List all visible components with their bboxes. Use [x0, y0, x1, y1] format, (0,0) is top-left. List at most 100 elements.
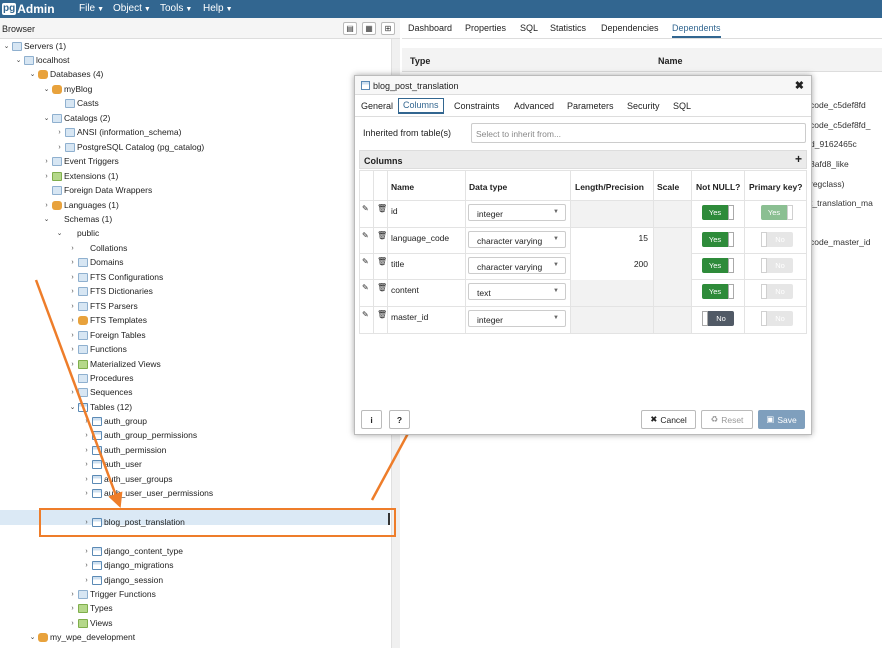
dialog-tab-constraints[interactable]: Constraints [454, 101, 500, 111]
tree-node[interactable]: Foreign Data Wrappers [42, 183, 152, 197]
edit-icon[interactable]: ✎ [362, 231, 369, 240]
chevron-down-icon[interactable]: ⌄ [42, 85, 51, 93]
chevron-right-icon[interactable]: › [55, 129, 64, 136]
chevron-down-icon[interactable]: ⌄ [2, 42, 11, 50]
tree-node[interactable]: › FTS Dictionaries [68, 284, 153, 298]
scale-cell[interactable] [654, 228, 691, 254]
chevron-down-icon[interactable]: ⌄ [68, 403, 77, 411]
primary-key-toggle[interactable]: No [761, 258, 793, 273]
edit-icon[interactable]: ✎ [362, 204, 369, 213]
chevron-right-icon[interactable]: › [68, 303, 77, 310]
chevron-right-icon[interactable]: › [68, 361, 77, 368]
tree-node[interactable]: › auth_permission [82, 443, 166, 457]
column-name[interactable]: language_code [391, 233, 449, 243]
primary-key-toggle[interactable]: Yes [761, 205, 793, 220]
tree-node[interactable]: › FTS Parsers [68, 299, 137, 313]
primary-key-toggle[interactable]: No [761, 232, 793, 247]
chevron-right-icon[interactable]: › [68, 274, 77, 281]
chevron-right-icon[interactable]: › [82, 418, 91, 425]
dialog-tab-sql[interactable]: SQL [673, 101, 691, 111]
chevron-right-icon[interactable]: › [68, 259, 77, 266]
tree-node[interactable]: ⌄ Servers (1) [2, 39, 66, 53]
tab-properties[interactable]: Properties [465, 23, 506, 33]
chevron-right-icon[interactable]: › [68, 332, 77, 339]
chevron-right-icon[interactable]: › [42, 202, 51, 209]
chevron-right-icon[interactable]: › [82, 490, 91, 497]
tree-node[interactable]: ⌄ myBlog [42, 82, 93, 96]
trash-icon[interactable]: 🗑 [377, 204, 387, 213]
trash-icon[interactable]: 🗑 [377, 231, 387, 240]
chevron-right-icon[interactable]: › [68, 389, 77, 396]
edit-icon[interactable]: ✎ [362, 257, 369, 266]
dialog-tab-security[interactable]: Security [627, 101, 660, 111]
cancel-button[interactable]: ✖ Cancel [641, 410, 696, 429]
pgadmin-logo[interactable]: pg Admin [2, 2, 55, 16]
info-button[interactable]: i [361, 410, 382, 429]
help-button[interactable]: ? [389, 410, 410, 429]
save-button[interactable]: ▣ Save [758, 410, 805, 429]
column-name[interactable]: title [391, 259, 404, 269]
dialog-tab-advanced[interactable]: Advanced [514, 101, 554, 111]
trash-icon[interactable]: 🗑 [377, 257, 387, 266]
tree-node[interactable]: ⌄ Schemas (1) [42, 212, 113, 226]
chevron-down-icon[interactable]: ⌄ [14, 56, 23, 64]
tree-node[interactable]: › Domains [68, 255, 123, 269]
reset-button[interactable]: ♻ Reset [701, 410, 753, 429]
scale-cell[interactable] [654, 201, 691, 227]
tab-dashboard[interactable]: Dashboard [408, 23, 452, 33]
tab-dependencies[interactable]: Dependencies [601, 23, 659, 33]
data-type-select[interactable]: integer ▼ [468, 204, 566, 221]
tree-node[interactable]: › Collations [68, 241, 127, 255]
menu-help[interactable]: Help ▼ [203, 3, 233, 14]
dialog-tab-general[interactable]: General [361, 101, 393, 111]
dialog-tab-parameters[interactable]: Parameters [567, 101, 614, 111]
chevron-right-icon[interactable]: › [82, 562, 91, 569]
tree-node[interactable]: ⌄ my_wpe_development [28, 630, 136, 644]
length-cell[interactable] [571, 280, 653, 306]
column-name[interactable]: id [391, 206, 398, 216]
tab-sql[interactable]: SQL [520, 23, 538, 33]
tree-node[interactable]: › FTS Configurations [68, 270, 163, 284]
menu-tools[interactable]: Tools ▼ [160, 3, 192, 14]
add-column-icon[interactable]: + [795, 152, 802, 166]
tree-node[interactable]: › Trigger Functions [68, 587, 156, 601]
tree-node[interactable]: › Sequences [68, 385, 132, 399]
column-name[interactable]: content [391, 285, 419, 295]
chevron-right-icon[interactable]: › [82, 577, 91, 584]
tree-node[interactable]: › Materialized Views [68, 357, 160, 371]
tree-node[interactable]: Casts [55, 96, 99, 110]
chevron-right-icon[interactable]: › [68, 288, 77, 295]
dialog-titlebar[interactable]: blog_post_translation ✖ [355, 76, 811, 95]
chevron-right-icon[interactable]: › [68, 245, 77, 252]
tree-node[interactable]: › django_migrations [82, 558, 173, 572]
scale-cell[interactable] [654, 280, 691, 306]
edit-icon[interactable]: ✎ [362, 310, 369, 319]
tree-node[interactable]: › auth_user [82, 457, 141, 471]
chevron-down-icon[interactable]: ⌄ [28, 70, 37, 78]
tree-node[interactable]: › ANSI (information_schema) [55, 125, 181, 139]
chevron-right-icon[interactable]: › [82, 461, 91, 468]
inherit-select[interactable]: Select to inherit from... [471, 123, 806, 143]
filter-rows-icon[interactable]: ⊞ [381, 22, 395, 35]
tree-node[interactable]: › Extensions (1) [42, 169, 118, 183]
data-type-select[interactable]: character varying ▼ [468, 231, 566, 248]
tab-statistics[interactable]: Statistics [550, 23, 586, 33]
close-icon[interactable]: ✖ [795, 79, 804, 92]
dialog-tab-columns[interactable]: Columns [398, 98, 444, 114]
tree-node[interactable]: ⌄ public [55, 226, 100, 240]
scale-cell[interactable] [654, 307, 691, 333]
tab-dependents[interactable]: Dependents [672, 23, 721, 38]
tree-node[interactable]: › auth_group_permissions [82, 428, 197, 442]
tree-node[interactable]: › auth_user_user_permissions [82, 486, 213, 500]
chevron-right-icon[interactable]: › [82, 548, 91, 555]
data-type-select[interactable]: character varying ▼ [468, 257, 566, 274]
tree-node[interactable]: ⌄ Catalogs (2) [42, 111, 111, 125]
primary-key-toggle[interactable]: No [761, 284, 793, 299]
not-null-toggle[interactable]: Yes [702, 284, 734, 299]
primary-key-toggle[interactable]: No [761, 311, 793, 326]
chevron-right-icon[interactable]: › [82, 519, 91, 526]
chevron-down-icon[interactable]: ⌄ [42, 114, 51, 122]
tree-node[interactable]: › Procedures [68, 371, 133, 385]
not-null-toggle[interactable]: Yes [702, 258, 734, 273]
tree-node[interactable]: › Foreign Tables [68, 328, 145, 342]
